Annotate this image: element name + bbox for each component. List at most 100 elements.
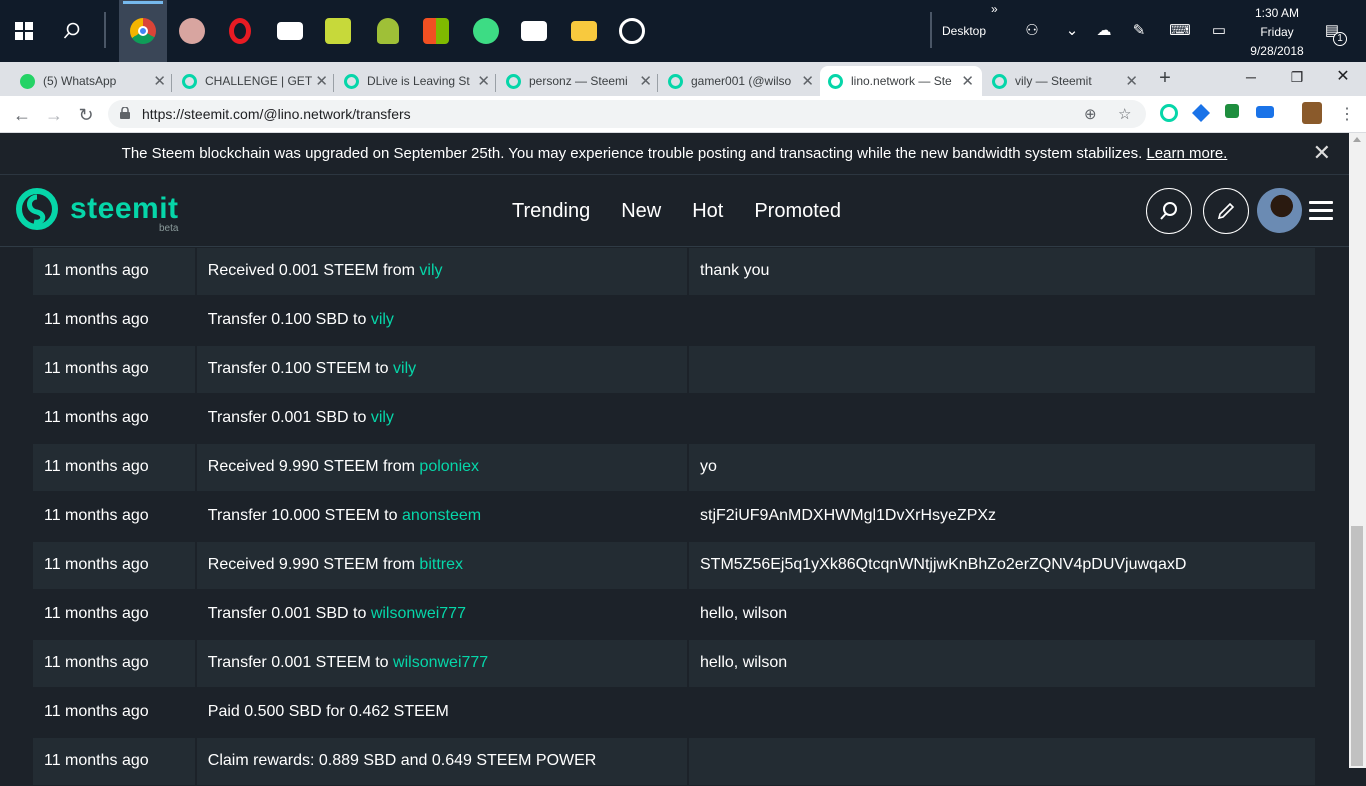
table-row: 11 months ago Transfer 0.100 STEEM to vi… <box>33 345 1316 394</box>
search-button[interactable] <box>1146 188 1192 234</box>
zoom-icon[interactable]: ⊕ <box>1084 105 1097 123</box>
tab-title: CHALLENGE | GET <box>205 74 313 88</box>
browser-toolbar: ← → ↻ https://steemit.com/@lino.network/… <box>0 96 1366 133</box>
learn-more-link[interactable]: Learn more. <box>1146 145 1227 162</box>
bookmark-star-icon[interactable]: ☆ <box>1118 105 1131 123</box>
description-text: Received 9.990 STEEM from <box>207 556 415 573</box>
steemit-logo-icon <box>16 188 58 230</box>
taskbar-search-button[interactable] <box>48 0 96 62</box>
taskbar-opera[interactable] <box>216 0 264 62</box>
tab-personz[interactable]: personz — Steemi ✕ <box>498 66 660 96</box>
close-icon[interactable]: ✕ <box>477 72 490 90</box>
close-icon[interactable]: ✕ <box>961 72 974 90</box>
profile-avatar[interactable] <box>1302 102 1322 124</box>
user-link[interactable]: wilsonwei777 <box>371 605 466 622</box>
forward-button[interactable]: → <box>40 101 68 129</box>
green-extension-icon[interactable] <box>1225 104 1239 118</box>
tab-divider <box>495 74 496 92</box>
taskbar-chrome[interactable] <box>119 0 167 62</box>
keyboard-icon[interactable]: ⌨ <box>1168 22 1192 40</box>
user-link[interactable]: bittrex <box>419 556 463 573</box>
row-memo: hello, wilson <box>689 640 1316 687</box>
steemit-icon <box>992 73 1007 89</box>
system-clock[interactable]: 1:30 AM Friday 9/28/2018 <box>1238 4 1316 61</box>
clock-time: 1:30 AM <box>1254 6 1300 20</box>
zip-extension-icon[interactable] <box>1256 106 1274 118</box>
row-description: Transfer 10.000 STEEM to anonsteem <box>197 493 687 540</box>
row-time: 11 months ago <box>33 346 195 393</box>
description-text: Claim rewards: 0.889 SBD and 0.649 STEEM… <box>207 752 597 769</box>
steemit-icon <box>344 73 359 89</box>
user-link[interactable]: wilsonwei777 <box>393 654 488 671</box>
nav-promoted[interactable]: Promoted <box>754 200 841 223</box>
chrome-menu-icon[interactable]: ⋮ <box>1333 101 1361 129</box>
tab-whatsapp[interactable]: (5) WhatsApp ✕ <box>12 66 174 96</box>
tab-vily[interactable]: vily — Steemit ✕ <box>984 66 1146 96</box>
nav-new[interactable]: New <box>621 200 661 223</box>
close-icon[interactable]: ✕ <box>639 72 652 90</box>
close-icon[interactable]: ✕ <box>153 72 166 90</box>
taskbar-android-studio[interactable] <box>462 0 510 62</box>
close-icon[interactable]: ✕ <box>1313 133 1331 173</box>
taskbar-app-5[interactable] <box>314 0 362 62</box>
taskbar-groove[interactable] <box>608 0 656 62</box>
address-bar[interactable]: https://steemit.com/@lino.network/transf… <box>108 100 1146 128</box>
tab-challenge[interactable]: CHALLENGE | GET ✕ <box>174 66 336 96</box>
tab-title: DLive is Leaving St <box>367 74 470 88</box>
search-icon <box>63 22 80 39</box>
row-time: 11 months ago <box>44 507 149 524</box>
table-row: 11 months ago Transfer 0.001 SBD to vily <box>33 394 1315 443</box>
desktop-toolbar-label[interactable]: Desktop <box>942 24 986 38</box>
taskbar-android[interactable] <box>364 0 412 62</box>
people-icon[interactable]: ⚇ <box>1023 22 1041 40</box>
close-icon[interactable]: ✕ <box>315 72 328 90</box>
taskbar-explorer[interactable] <box>560 0 608 62</box>
window-close-button[interactable]: ✕ <box>1320 62 1366 92</box>
tab-title: gamer001 (@wilso <box>691 74 792 88</box>
taskbar-store[interactable] <box>412 0 460 62</box>
windows-taskbar: Desktop » ⚇ ⌄ ☁ ✎ ⌨ ▭ 1:30 AM Friday 9/2… <box>0 0 1366 62</box>
description-text: Received 9.990 STEEM from <box>207 458 415 475</box>
pen-icon[interactable]: ✎ <box>1130 22 1148 40</box>
chevrons-icon[interactable]: » <box>991 2 998 16</box>
tab-lino-network[interactable]: lino.network — Ste ✕ <box>820 66 982 96</box>
minimize-button[interactable]: ─ <box>1228 62 1274 92</box>
row-memo: stjF2iUF9AnMDXHWMgl1DvXrHsyeZPXz <box>700 507 997 524</box>
steemit-logo[interactable]: steemit <box>16 188 179 230</box>
display-icon[interactable]: ▭ <box>1210 22 1228 40</box>
scroll-up-arrow-icon[interactable] <box>1353 137 1361 142</box>
reload-button[interactable]: ↻ <box>72 101 100 129</box>
tab-gamer001[interactable]: gamer001 (@wilso ✕ <box>660 66 822 96</box>
steemit-extension-icon[interactable] <box>1160 104 1178 122</box>
nav-hot[interactable]: Hot <box>692 200 723 223</box>
restore-button[interactable]: ❐ <box>1274 62 1320 92</box>
user-link[interactable]: vily <box>419 262 442 279</box>
cloud-icon[interactable]: ☁ <box>1095 22 1113 40</box>
chrome-icon <box>130 18 156 44</box>
row-description: Transfer 0.100 STEEM to vily <box>196 346 687 393</box>
close-icon[interactable]: ✕ <box>1125 72 1138 90</box>
tab-divider <box>333 74 334 92</box>
user-link[interactable]: vily <box>371 311 394 328</box>
user-link[interactable]: vily <box>371 409 394 426</box>
back-button[interactable]: ← <box>8 101 36 129</box>
new-tab-button[interactable]: + <box>1155 62 1175 96</box>
taskbar-movies[interactable] <box>510 0 558 62</box>
user-avatar[interactable] <box>1257 188 1302 233</box>
tab-dlive[interactable]: DLive is Leaving St ✕ <box>336 66 498 96</box>
user-link[interactable]: vily <box>393 360 416 377</box>
user-link[interactable]: poloniex <box>419 458 479 475</box>
scroll-thumb[interactable] <box>1351 526 1363 766</box>
taskbar-app-2[interactable] <box>168 0 216 62</box>
page-scrollbar[interactable] <box>1349 133 1366 768</box>
start-button[interactable] <box>0 0 48 62</box>
nav-trending[interactable]: Trending <box>512 200 590 223</box>
create-post-button[interactable] <box>1203 188 1249 234</box>
taskbar-mail[interactable] <box>266 0 314 62</box>
close-icon[interactable]: ✕ <box>801 72 814 90</box>
menu-hamburger-icon[interactable] <box>1309 201 1333 221</box>
user-link[interactable]: anonsteem <box>402 507 481 524</box>
steemit-icon <box>828 73 843 89</box>
plane-extension-icon[interactable] <box>1192 104 1210 122</box>
chevron-up-icon[interactable]: ⌄ <box>1063 22 1081 40</box>
